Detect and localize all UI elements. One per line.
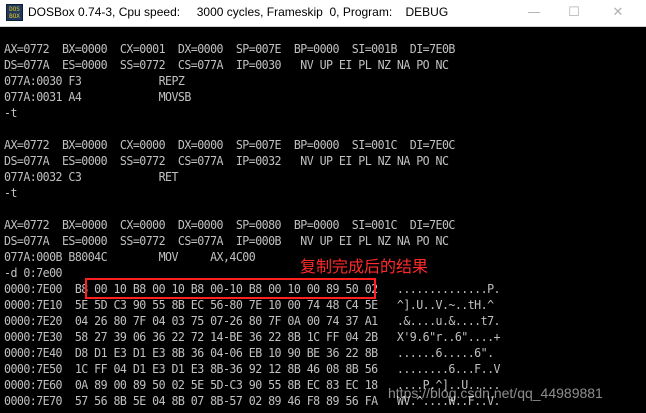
maximize-button[interactable]: ☐: [552, 0, 596, 26]
console-prompt-line: -d 0:7e00: [4, 265, 63, 280]
memory-dump-row: 0000:7E20 04 26 80 7F 04 03 75 07-26 80 …: [4, 313, 501, 328]
console-line: 077A:0030 F3 REPZ: [4, 73, 185, 88]
console-line: AX=0772 BX=0000 CX=0000 DX=0000 SP=0080 …: [4, 217, 455, 232]
console-line: DS=077A ES=0000 SS=0772 CS=077A IP=0030 …: [4, 57, 449, 72]
dosbox-app-icon[interactable]: DOS BOX: [6, 4, 23, 21]
console-line: 077A:0031 A4 MOVSB: [4, 89, 191, 104]
console-line: 077A:000B B8004C MOV AX,4C00: [4, 249, 256, 264]
dosbox-window: DOS BOX DOSBox 0.74-3, Cpu speed: 3000 c…: [0, 0, 646, 413]
highlight-box: [85, 278, 376, 299]
console-line: DS=077A ES=0000 SS=0772 CS=077A IP=0032 …: [4, 153, 449, 168]
console-prompt-line: -t: [4, 105, 17, 120]
console-line: DS=077A ES=0000 SS=0772 CS=077A IP=000B …: [4, 233, 449, 248]
memory-dump-row: 0000:7E40 D8 D1 E3 D1 E3 8B 36 04-06 EB …: [4, 345, 494, 360]
memory-dump-row: 0000:7E30 58 27 39 06 36 22 72 14-BE 36 …: [4, 329, 501, 344]
console-output[interactable]: AX=0772 BX=0000 CX=0001 DX=0000 SP=007E …: [0, 27, 646, 413]
memory-dump-row: 0000:7E10 5E 5D C3 90 55 8B EC 56-80 7E …: [4, 297, 494, 312]
annotation-label: 复制完成后的结果: [300, 257, 429, 276]
console-line: AX=0772 BX=0000 CX=0001 DX=0000 SP=007E …: [4, 41, 455, 56]
console-prompt-line: -t: [4, 185, 17, 200]
title-bar[interactable]: DOS BOX DOSBox 0.74-3, Cpu speed: 3000 c…: [0, 0, 646, 27]
watermark: https://blog.csdn.net/qq_44989881: [388, 385, 603, 401]
minimize-button[interactable]: —: [512, 0, 556, 26]
memory-dump-row: 0000:7E50 1C FF 04 D1 E3 D1 E3 8B-36 92 …: [4, 361, 501, 376]
close-button[interactable]: ✕: [596, 0, 640, 26]
window-title: DOSBox 0.74-3, Cpu speed: 3000 cycles, F…: [28, 5, 449, 19]
console-line: AX=0772 BX=0000 CX=0000 DX=0000 SP=007E …: [4, 137, 455, 152]
console-line: 077A:0032 C3 RET: [4, 169, 178, 184]
